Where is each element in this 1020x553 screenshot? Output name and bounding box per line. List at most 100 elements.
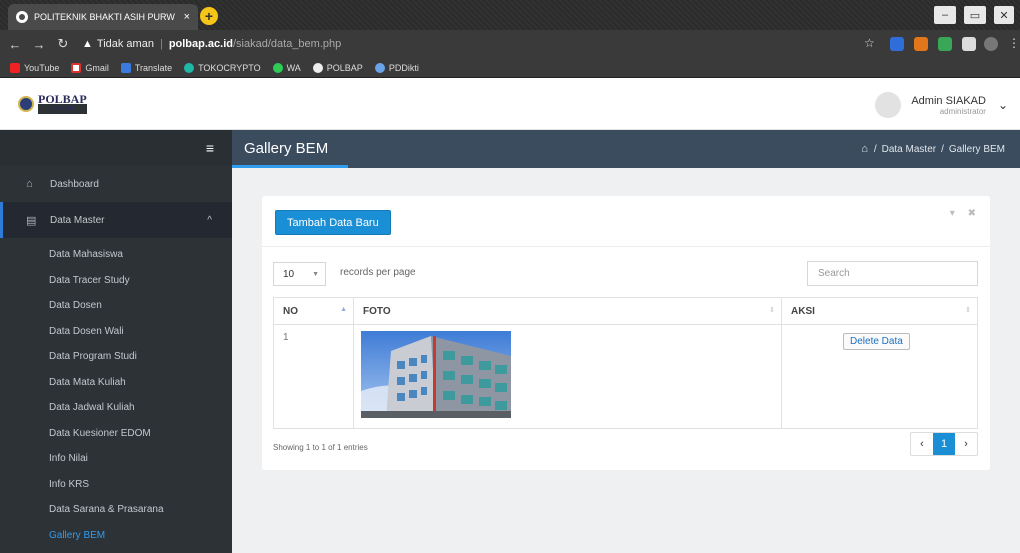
page-title: Gallery BEM — [244, 140, 329, 157]
url-host: polbap.ac.id — [168, 38, 233, 50]
user-role: administrator — [939, 106, 986, 116]
security-label: Tidak aman — [96, 38, 154, 50]
list-icon: ▤ — [26, 214, 37, 227]
sidebar-item-data-master[interactable]: ▤ Data Master ^ — [0, 202, 232, 238]
sidebar-subitem-data-kuesioner-edom[interactable]: Data Kuesioner EDOM — [0, 421, 232, 447]
sidebar-subitem-data-tracer-study[interactable]: Data Tracer Study — [0, 268, 232, 294]
chevron-down-icon[interactable]: ⌄ — [998, 98, 1008, 112]
pddikti-icon — [374, 62, 385, 73]
browser-tab-bar: POLITEKNIK BHAKTI ASIH PURW × + – ▭ ✕ — [0, 0, 1020, 30]
cell-aksi: Delete Data — [781, 324, 978, 429]
title-underline — [232, 165, 348, 168]
logo[interactable]: POLBAP SIAKAD — [18, 93, 87, 114]
bookmark-youtube[interactable]: YouTube — [10, 62, 59, 73]
sidebar-subitem-info-nilai[interactable]: Info Nilai — [0, 446, 232, 472]
next-page-icon[interactable]: › — [955, 433, 977, 455]
close-icon[interactable]: ✖ — [968, 208, 976, 219]
close-window-icon[interactable]: ✕ — [994, 6, 1014, 24]
youtube-icon — [10, 62, 20, 73]
home-icon: ⌂ — [26, 178, 33, 190]
address-bar: ← → ↻ ▲ Tidak aman | polbap.ac.id /siaka… — [0, 30, 1020, 58]
browser-tab[interactable]: POLITEKNIK BHAKTI ASIH PURW × — [8, 4, 198, 30]
url-field[interactable]: ▲ Tidak aman | polbap.ac.id /siakad/data… — [82, 38, 341, 50]
sidebar-subitem-data-sarana-prasarana[interactable]: Data Sarana & Prasarana — [0, 497, 232, 523]
extension-icon[interactable] — [890, 37, 904, 51]
bookmark-polbap[interactable]: POLBAP — [312, 62, 363, 73]
tab-close-icon[interactable]: × — [184, 11, 190, 23]
sort-icon: ⇕ — [965, 307, 971, 314]
user-name: Admin SIAKAD — [911, 94, 986, 107]
column-label: FOTO — [363, 305, 391, 317]
tab-title: POLITEKNIK BHAKTI ASIH PURW — [34, 12, 175, 22]
logo-seal-icon — [18, 96, 34, 112]
chevron-up-icon: ^ — [207, 214, 212, 226]
extension-icon[interactable] — [938, 37, 952, 51]
whatsapp-icon — [272, 62, 283, 73]
sidebar-subitem-data-mata-kuliah[interactable]: Data Mata Kuliah — [0, 370, 232, 396]
content-header: Gallery BEM ⌂ / Data Master / Gallery BE… — [232, 130, 1020, 168]
table-info: Showing 1 to 1 of 1 entries — [273, 443, 368, 452]
column-header-foto[interactable]: FOTO ⇕ — [353, 297, 782, 325]
add-data-button[interactable]: Tambah Data Baru — [275, 210, 391, 235]
profile-icon[interactable] — [984, 37, 998, 51]
sidebar-item-label: Data Master — [50, 214, 105, 226]
breadcrumb-sep: / — [941, 143, 944, 155]
bookmark-wa[interactable]: WA — [272, 62, 301, 73]
column-label: AKSI — [791, 305, 815, 317]
sidebar-subitem-gallery-bem[interactable]: Gallery BEM — [0, 523, 232, 549]
menu-dots-icon[interactable]: ⋮ — [1008, 36, 1020, 50]
prev-page-icon[interactable]: ‹ — [911, 433, 933, 455]
page-length-label: records per page — [340, 267, 416, 278]
logo-text-block: POLBAP SIAKAD — [38, 93, 87, 114]
home-icon[interactable]: ⌂ — [861, 143, 868, 155]
back-icon[interactable]: ← — [6, 37, 24, 52]
collapse-icon[interactable]: ▾ — [950, 208, 955, 219]
dropdown-icon: ▼ — [312, 270, 319, 278]
url-separator: | — [159, 38, 163, 50]
avatar — [875, 92, 902, 118]
breadcrumb: ⌂ / Data Master / Gallery BEM — [861, 143, 1010, 155]
page-length-value: 10 — [283, 268, 295, 280]
column-label: NO — [283, 305, 298, 317]
globe-icon — [16, 11, 28, 23]
bookmark-translate[interactable]: Translate — [120, 62, 172, 73]
sidebar-subitem-data-dosen-wali[interactable]: Data Dosen Wali — [0, 319, 232, 345]
reload-icon[interactable]: ↻ — [54, 36, 72, 52]
column-header-no[interactable]: NO ▲ — [273, 297, 354, 325]
sidebar-submenu: Data Mahasiswa Data Tracer Study Data Do… — [0, 238, 232, 548]
page-number[interactable]: 1 — [933, 433, 955, 455]
maximize-icon[interactable]: ▭ — [964, 6, 986, 24]
hamburger-icon[interactable]: ≡ — [206, 140, 214, 156]
bookmark-gmail[interactable]: Gmail — [71, 62, 109, 73]
minimize-icon[interactable]: – — [934, 6, 956, 24]
sidebar-subitem-data-dosen[interactable]: Data Dosen — [0, 293, 232, 319]
url-path: /siakad/data_bem.php — [233, 38, 342, 50]
user-menu[interactable]: Admin SIAKAD administrator ⌄ — [875, 92, 1008, 118]
sort-icon: ⇕ — [769, 307, 775, 314]
sidebar-item-label: Dashboard — [50, 178, 99, 190]
forward-icon[interactable]: → — [30, 37, 48, 52]
gallery-table: NO ▲ FOTO ⇕ AKSI ⇕ 1 Delete Data — [273, 297, 978, 429]
bookmark-tokocrypto[interactable]: TOKOCRYPTO — [184, 62, 261, 73]
search-input[interactable]: Search — [807, 261, 978, 286]
page-length-select[interactable]: 10 ▼ — [273, 262, 326, 286]
puzzle-icon[interactable] — [962, 37, 976, 51]
sidebar-subitem-info-krs[interactable]: Info KRS — [0, 472, 232, 498]
column-header-aksi[interactable]: AKSI ⇕ — [781, 297, 978, 325]
breadcrumb-item: Gallery BEM — [948, 143, 1005, 155]
bookmark-pddikti[interactable]: PDDikti — [374, 62, 419, 73]
metamask-icon[interactable] — [914, 37, 928, 51]
sidebar-subitem-data-mahasiswa[interactable]: Data Mahasiswa — [0, 242, 232, 268]
star-icon[interactable]: ☆ — [864, 36, 875, 50]
translate-icon — [120, 62, 131, 73]
gallery-photo — [361, 331, 511, 418]
sidebar-subitem-data-program-studi[interactable]: Data Program Studi — [0, 344, 232, 370]
sidebar-item-dashboard[interactable]: ⌂ Dashboard — [0, 166, 232, 202]
sort-asc-icon: ▲ — [340, 306, 347, 313]
sidebar-subitem-data-jadwal-kuliah[interactable]: Data Jadwal Kuliah — [0, 395, 232, 421]
panel-tools: ▾ ✖ — [940, 208, 976, 219]
new-tab-button[interactable]: + — [200, 7, 218, 25]
bookmarks-bar: YouTube Gmail Translate TOKOCRYPTO WA PO… — [0, 58, 1020, 78]
delete-data-button[interactable]: Delete Data — [843, 333, 910, 350]
breadcrumb-item[interactable]: Data Master — [882, 144, 936, 155]
